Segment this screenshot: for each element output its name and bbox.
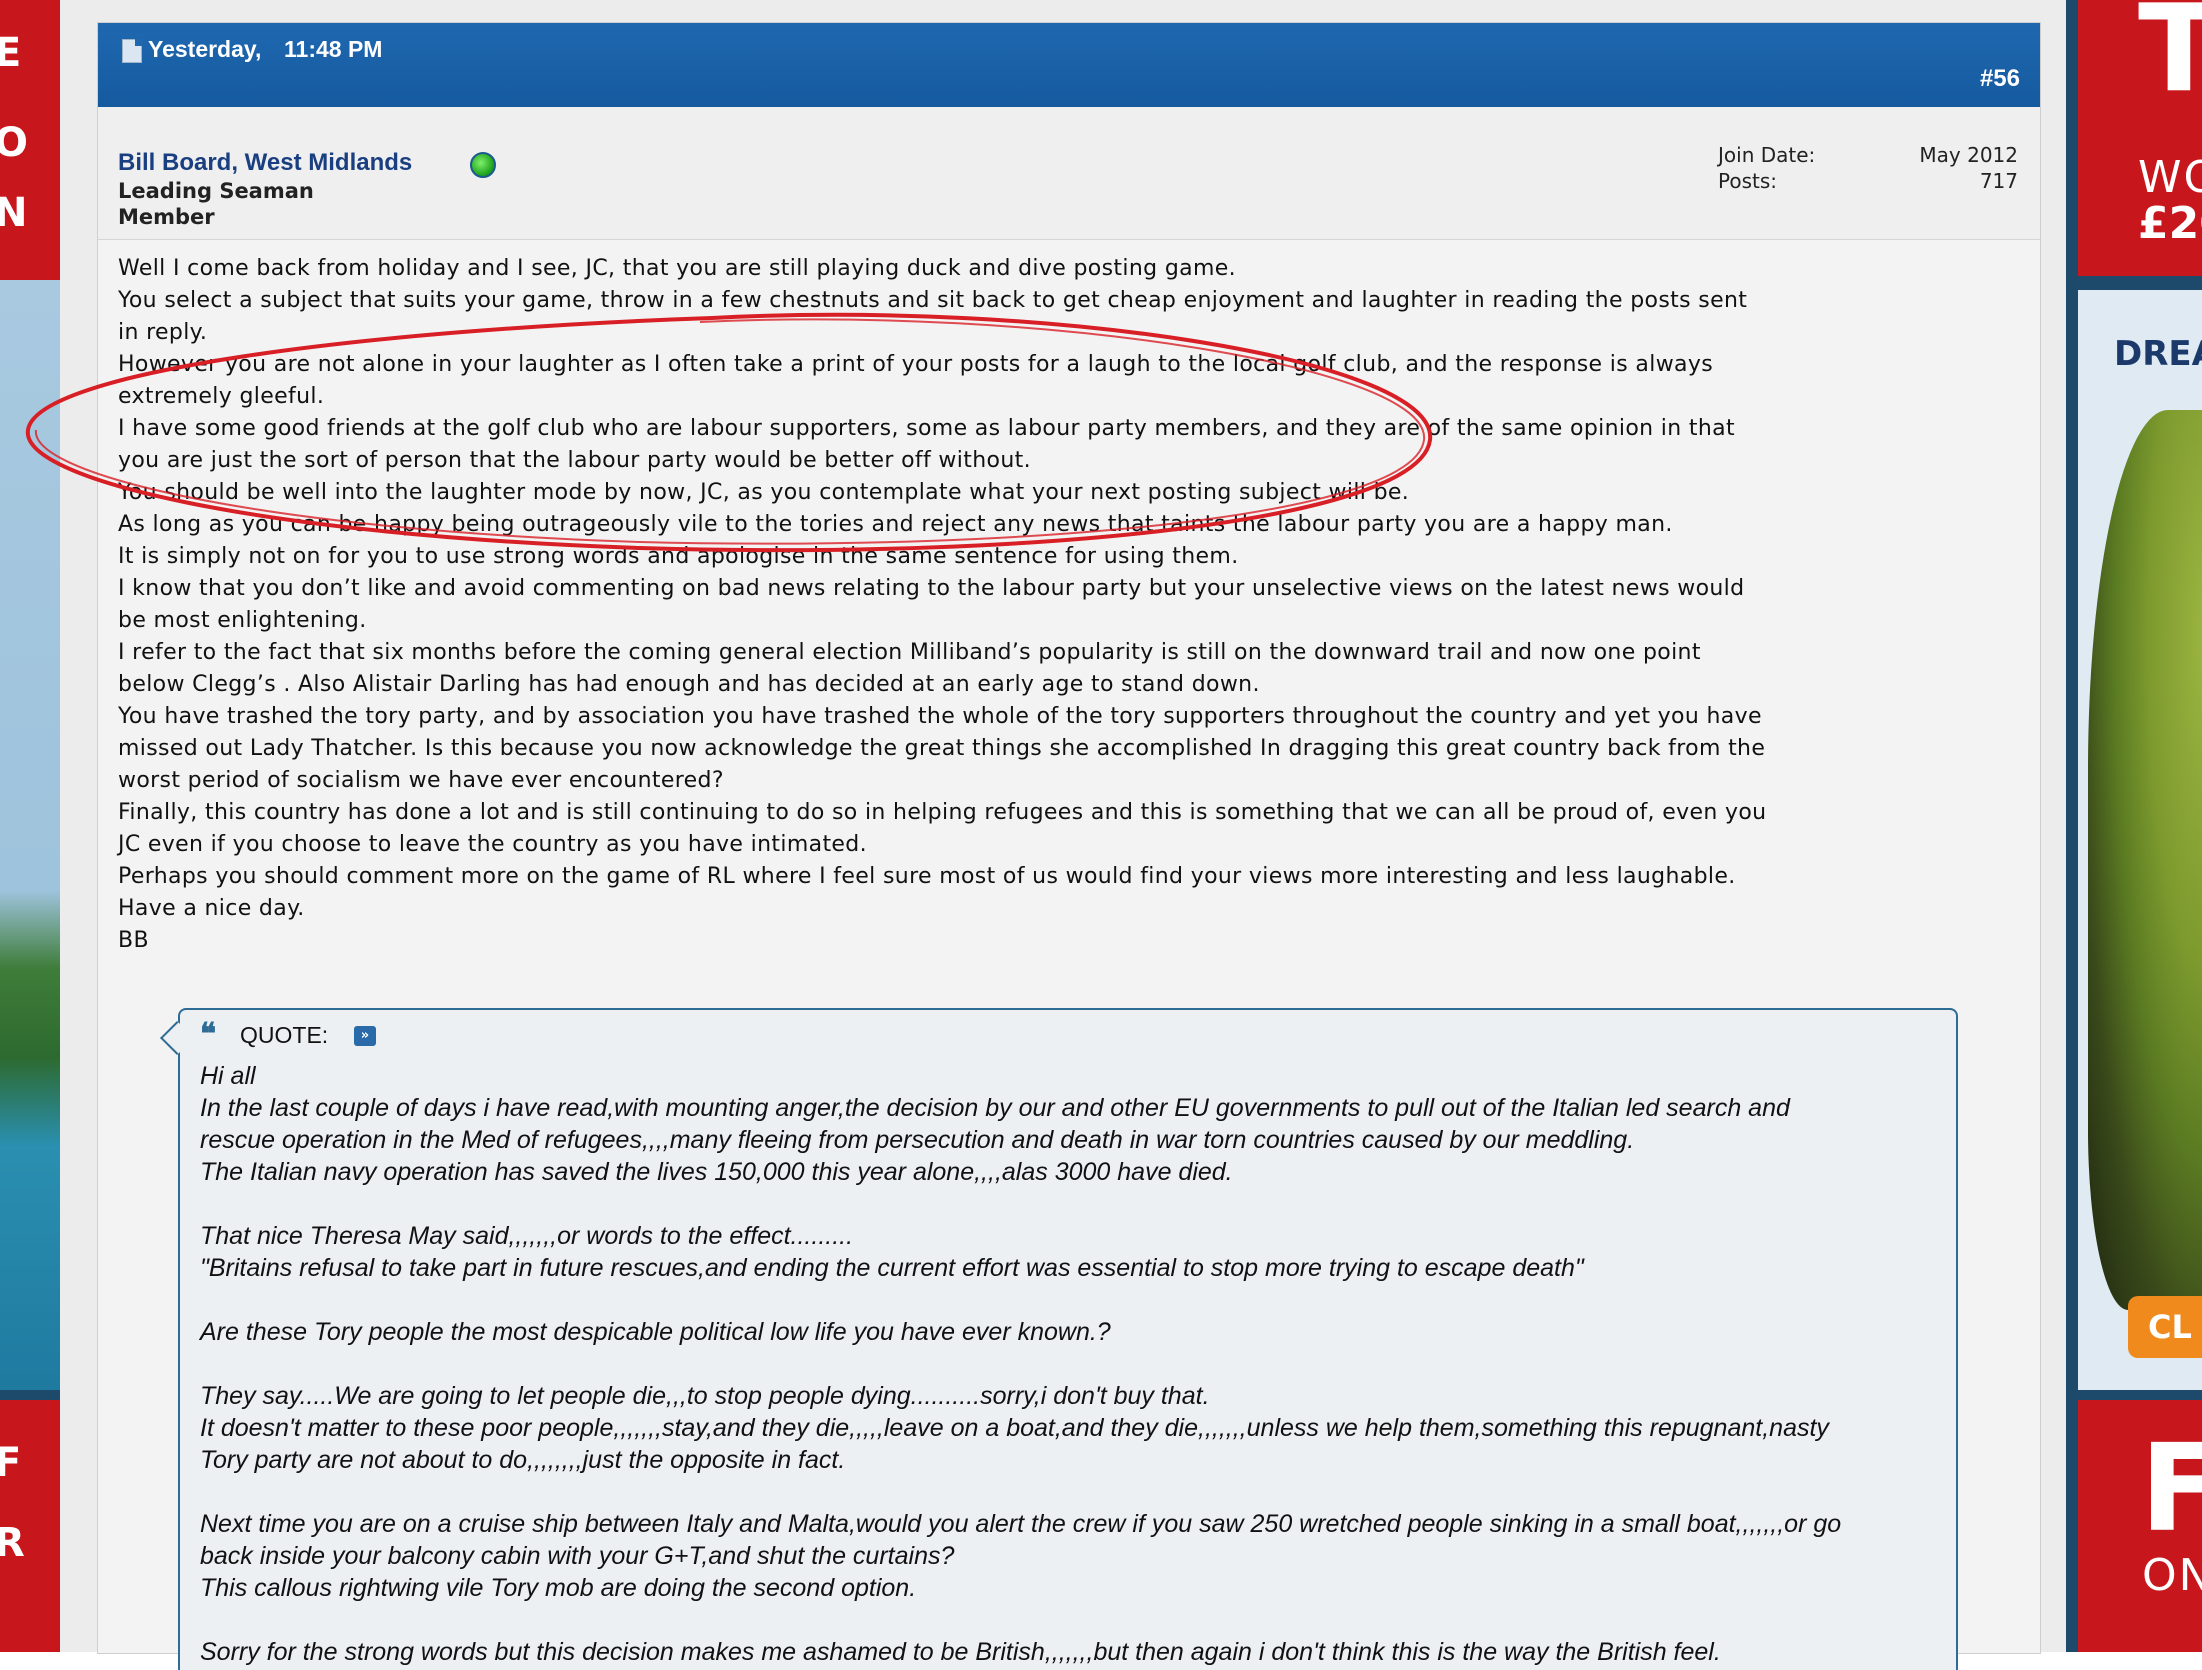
quote-line: They say.....We are going to let people … (200, 1382, 1210, 1410)
quote-line: Tory party are not about to do,,,,,,,,ju… (200, 1446, 846, 1474)
left-ad-letter: R (0, 1520, 25, 1566)
post-line: Finally, this country has done a lot and… (118, 800, 1767, 825)
post-line: Perhaps you should comment more on the g… (118, 864, 1736, 889)
post-line: missed out Lady Thatcher. Is this becaus… (118, 736, 1766, 761)
quote-line: Are these Tory people the most despicabl… (200, 1318, 1111, 1346)
post-line: JC even if you choose to leave the count… (118, 832, 867, 857)
quote-line: In the last couple of days i have read,w… (200, 1094, 1790, 1122)
right-ad-character-image (2088, 410, 2202, 1310)
left-ad-letter: O (0, 120, 29, 166)
post-line: You have trashed the tory party, and by … (118, 704, 1762, 729)
post-line: below Clegg’s . Also Alistair Darling ha… (118, 672, 1260, 697)
posts-count-value: 717 (1979, 169, 2018, 193)
quote-line (200, 1604, 1940, 1636)
right-ad-banner[interactable]: T WO £20 DREA CL F ON (2066, 0, 2202, 1652)
quote-line: rescue operation in the Med of refugees,… (200, 1126, 1635, 1154)
right-ad-text: WO (2138, 152, 2202, 203)
forum-post: Yesterday, 11:48 PM #56 Bill Board, West… (97, 22, 2041, 1670)
post-line: you are just the sort of person that the… (118, 448, 1031, 473)
quote-line: Hi all (200, 1062, 256, 1090)
view-quoted-post-icon[interactable]: » (354, 1026, 376, 1046)
quote-line (200, 1188, 1940, 1220)
quote-line: It doesn't matter to these poor people,,… (200, 1414, 1829, 1442)
quote-line: Next time you are on a cruise ship betwe… (200, 1510, 1842, 1538)
forum-content: Yesterday, 11:48 PM #56 Bill Board, West… (60, 0, 2066, 1670)
post-user-info: Bill Board, West Midlands Leading Seaman… (98, 107, 2040, 240)
post-line: You should be well into the laughter mod… (118, 480, 1410, 505)
left-ad-red-panel-bottom: F R (0, 1400, 60, 1652)
post-line: BB (118, 928, 149, 953)
right-ad-letter: F (2140, 1420, 2202, 1559)
right-ad-text: ON (2142, 1550, 2202, 1601)
post-date: Yesterday, (148, 36, 262, 62)
post-line: I know that you don’t like and avoid com… (118, 576, 1745, 601)
posts-count-label: Posts: (1718, 169, 1778, 193)
post-line: Well I come back from holiday and I see,… (118, 256, 1236, 281)
quote-line (200, 1348, 1940, 1380)
post-line: I refer to the fact that six months befo… (118, 640, 1701, 665)
left-ad-red-panel: E O N (0, 0, 60, 280)
user-rank: Leading Seaman (118, 179, 314, 203)
left-ad-letter: F (0, 1440, 22, 1486)
right-ad-red-panel-bottom: F ON (2078, 1400, 2202, 1652)
quote-line: This callous rightwing vile Tory mob are… (200, 1574, 917, 1602)
post-message: Well I come back from holiday and I see,… (118, 253, 2028, 957)
quote-line (200, 1476, 1940, 1508)
join-date-value: May 2012 (1919, 143, 2018, 167)
post-line: Have a nice day. (118, 896, 305, 921)
post-line: I have some good friends at the golf clu… (118, 416, 1735, 441)
left-ad-photo (0, 280, 60, 1390)
quote-block: ❝ QUOTE: » Hi all In the last couple of d… (160, 1008, 1958, 1670)
right-ad-promo: DREA CL (2078, 290, 2202, 1390)
quote-line: That nice Theresa May said,,,,,,,or word… (200, 1222, 854, 1250)
user-title: Member (118, 205, 215, 229)
join-date-label: Join Date: (1718, 143, 1816, 167)
quote-label: QUOTE: (240, 1022, 329, 1048)
quote-line: back inside your balcony cabin with your… (200, 1542, 955, 1570)
quote-marks-icon: ❝ (200, 1017, 217, 1052)
post-number-link[interactable]: #56 (1980, 65, 2020, 93)
post-line: in reply. (118, 320, 208, 345)
right-ad-promo-text: DREA (2114, 334, 2202, 374)
post-line: However you are not alone in your laught… (118, 352, 1714, 377)
right-ad-price: £20 (2138, 198, 2202, 249)
post-line: As long as you can be happy being outrag… (118, 512, 1673, 537)
post-line: be most enlightening. (118, 608, 367, 633)
quote-text: Hi all In the last couple of days i have … (200, 1060, 1940, 1668)
quote-line: The Italian navy operation has saved the… (200, 1158, 1233, 1186)
post-document-icon (122, 39, 142, 63)
left-ad-banner[interactable]: E O N F R (0, 0, 60, 1652)
post-line: You select a subject that suits your gam… (118, 288, 1748, 313)
post-line: worst period of socialism we have ever e… (118, 768, 724, 793)
post-time: 11:48 PM (284, 36, 383, 62)
online-status-icon (470, 152, 496, 178)
right-ad-cta-button[interactable]: CL (2128, 1296, 2202, 1358)
right-ad-letter: T (2138, 0, 2202, 119)
post-line: It is simply not on for you to use stron… (118, 544, 1239, 569)
username-link[interactable]: Bill Board, West Midlands (118, 149, 412, 177)
left-ad-letter: E (0, 30, 22, 76)
right-ad-red-panel: T WO £20 (2078, 0, 2202, 276)
quote-line: Sorry for the strong words but this deci… (200, 1638, 1721, 1666)
quote-line (200, 1284, 1940, 1316)
quote-line: "Britains refusal to take part in future… (200, 1254, 1584, 1282)
post-header: Yesterday, 11:48 PM #56 (98, 23, 2040, 107)
post-line: extremely gleeful. (118, 384, 325, 409)
left-ad-letter: N (0, 190, 28, 236)
